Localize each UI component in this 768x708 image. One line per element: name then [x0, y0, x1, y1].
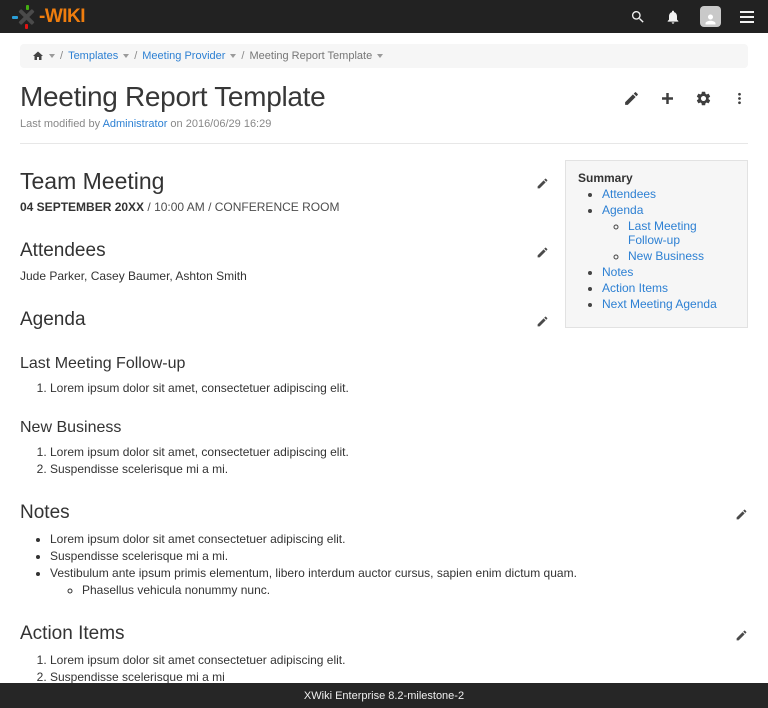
heading-text: Team Meeting: [20, 168, 164, 194]
last-modified-info: Last modified by Administrator on 2016/0…: [0, 113, 768, 130]
list-item: Lorem ipsum dolor sit amet consectetuer …: [50, 653, 748, 667]
toc-link-action-items[interactable]: Action Items: [602, 281, 668, 295]
toc-link-last-meeting-follow-up[interactable]: Last Meeting Follow-up: [628, 219, 697, 247]
toc-link-notes[interactable]: Notes: [602, 265, 633, 279]
notes-list: Lorem ipsum dolor sit amet consectetuer …: [20, 532, 748, 580]
toc-link-agenda[interactable]: Agenda: [602, 203, 643, 217]
list-item: Suspendisse scelerisque mi a mi.: [50, 549, 748, 563]
top-navbar: -WIKI: [0, 0, 768, 33]
toc-item: Notes: [602, 265, 735, 279]
toc-item: Agenda Last Meeting Follow-up New Busine…: [602, 203, 735, 263]
breadcrumb-wrap: / Templates / Meeting Provider / Meeting…: [0, 33, 768, 68]
heading-new-business: New Business: [20, 419, 748, 437]
home-icon[interactable]: [32, 50, 44, 62]
list-item: Lorem ipsum dolor sit amet, consectetuer…: [50, 445, 748, 459]
toc-link-next-meeting-agenda[interactable]: Next Meeting Agenda: [602, 297, 717, 311]
toc-item: Last Meeting Follow-up: [628, 219, 735, 247]
current-page-caret-icon[interactable]: [377, 54, 383, 58]
version-text: XWiki Enterprise 8.2-milestone-2: [304, 690, 464, 702]
notes-sublist: Phasellus vehicula nonummy nunc.: [20, 583, 748, 597]
section-edit-pencil-icon[interactable]: [735, 508, 748, 521]
section-edit-pencil-icon[interactable]: [536, 315, 549, 328]
list-item: Vestibulum ante ipsum primis elementum, …: [50, 566, 748, 580]
templates-caret-icon[interactable]: [123, 54, 129, 58]
new-business-list: Lorem ipsum dolor sit amet, consectetuer…: [20, 445, 748, 476]
heading-text: New Business: [20, 419, 121, 436]
document-content: Summary Attendees Agenda Last Meeting Fo…: [0, 143, 768, 708]
toc-item: Next Meeting Agenda: [602, 297, 735, 311]
page-title: Meeting Report Template: [20, 81, 325, 113]
modified-prefix: Last modified by: [20, 118, 100, 130]
navbar-icons: [630, 6, 754, 27]
heading-text: Last Meeting Follow-up: [20, 355, 185, 372]
page: -WIKI / Templates / Meeting Provider / M…: [0, 0, 768, 708]
breadcrumb-separator: /: [60, 50, 63, 62]
toc-link-new-business[interactable]: New Business: [628, 249, 704, 263]
meeting-time-location: / 10:00 AM / CONFERENCE ROOM: [144, 200, 339, 214]
section-edit-pencil-icon[interactable]: [536, 177, 549, 190]
heading-text: Notes: [20, 502, 70, 523]
title-divider: [20, 143, 748, 144]
toc-item: Attendees: [602, 187, 735, 201]
settings-gear-icon[interactable]: [695, 90, 712, 107]
menu-hamburger-icon[interactable]: [740, 11, 754, 23]
toc-list: Attendees Agenda Last Meeting Follow-up …: [578, 187, 735, 311]
summary-toc-panel: Summary Attendees Agenda Last Meeting Fo…: [565, 160, 748, 328]
breadcrumb-item-templates[interactable]: Templates: [68, 50, 118, 62]
list-item: Suspendisse scelerisque mi a mi.: [50, 462, 748, 476]
heading-text: Attendees: [20, 240, 106, 261]
toc-item: New Business: [628, 249, 735, 263]
xwiki-x-icon: [16, 6, 38, 28]
edit-pencil-icon[interactable]: [623, 90, 640, 107]
brand-text: -WIKI: [39, 6, 85, 28]
person-icon: [703, 12, 718, 27]
action-items-list: Lorem ipsum dolor sit amet consectetuer …: [20, 653, 748, 684]
toc-sublist: Last Meeting Follow-up New Business: [602, 219, 735, 263]
breadcrumb-separator: /: [134, 50, 137, 62]
toc-item: Action Items: [602, 281, 735, 295]
version-bar: XWiki Enterprise 8.2-milestone-2: [0, 683, 768, 708]
create-plus-icon[interactable]: [659, 90, 676, 107]
home-caret-icon[interactable]: [49, 54, 55, 58]
heading-notes: Notes: [20, 502, 748, 524]
more-actions-kebab-icon[interactable]: [731, 90, 748, 107]
list-item: Lorem ipsum dolor sit amet, consectetuer…: [50, 381, 748, 395]
page-actions: [623, 88, 748, 107]
search-icon[interactable]: [630, 9, 646, 25]
last-meeting-list: Lorem ipsum dolor sit amet, consectetuer…: [20, 381, 748, 395]
modified-by-administrator-link[interactable]: Administrator: [103, 118, 168, 130]
heading-last-meeting-follow-up: Last Meeting Follow-up: [20, 355, 748, 373]
list-item: Lorem ipsum dolor sit amet consectetuer …: [50, 532, 748, 546]
modified-suffix: on 2016/06/29 16:29: [170, 118, 271, 130]
notifications-bell-icon[interactable]: [665, 9, 681, 25]
list-item: Suspendisse scelerisque mi a mi: [50, 670, 748, 684]
list-item: Phasellus vehicula nonummy nunc.: [82, 583, 748, 597]
section-edit-pencil-icon[interactable]: [735, 629, 748, 642]
breadcrumb-separator: /: [241, 50, 244, 62]
breadcrumb-item-current: Meeting Report Template: [249, 50, 372, 62]
user-avatar[interactable]: [700, 6, 721, 27]
toc-link-attendees[interactable]: Attendees: [602, 187, 656, 201]
heading-action-items: Action Items: [20, 623, 748, 645]
meeting-date: 04 SEPTEMBER 20XX: [20, 200, 144, 214]
section-edit-pencil-icon[interactable]: [536, 246, 549, 259]
breadcrumb: / Templates / Meeting Provider / Meeting…: [20, 44, 748, 68]
meeting-provider-caret-icon[interactable]: [230, 54, 236, 58]
summary-title: Summary: [578, 171, 735, 185]
breadcrumb-item-meeting-provider[interactable]: Meeting Provider: [142, 50, 225, 62]
heading-text: Action Items: [20, 623, 125, 644]
title-row: Meeting Report Template: [0, 68, 768, 113]
heading-text: Agenda: [20, 309, 86, 330]
xwiki-logo[interactable]: -WIKI: [16, 6, 85, 28]
